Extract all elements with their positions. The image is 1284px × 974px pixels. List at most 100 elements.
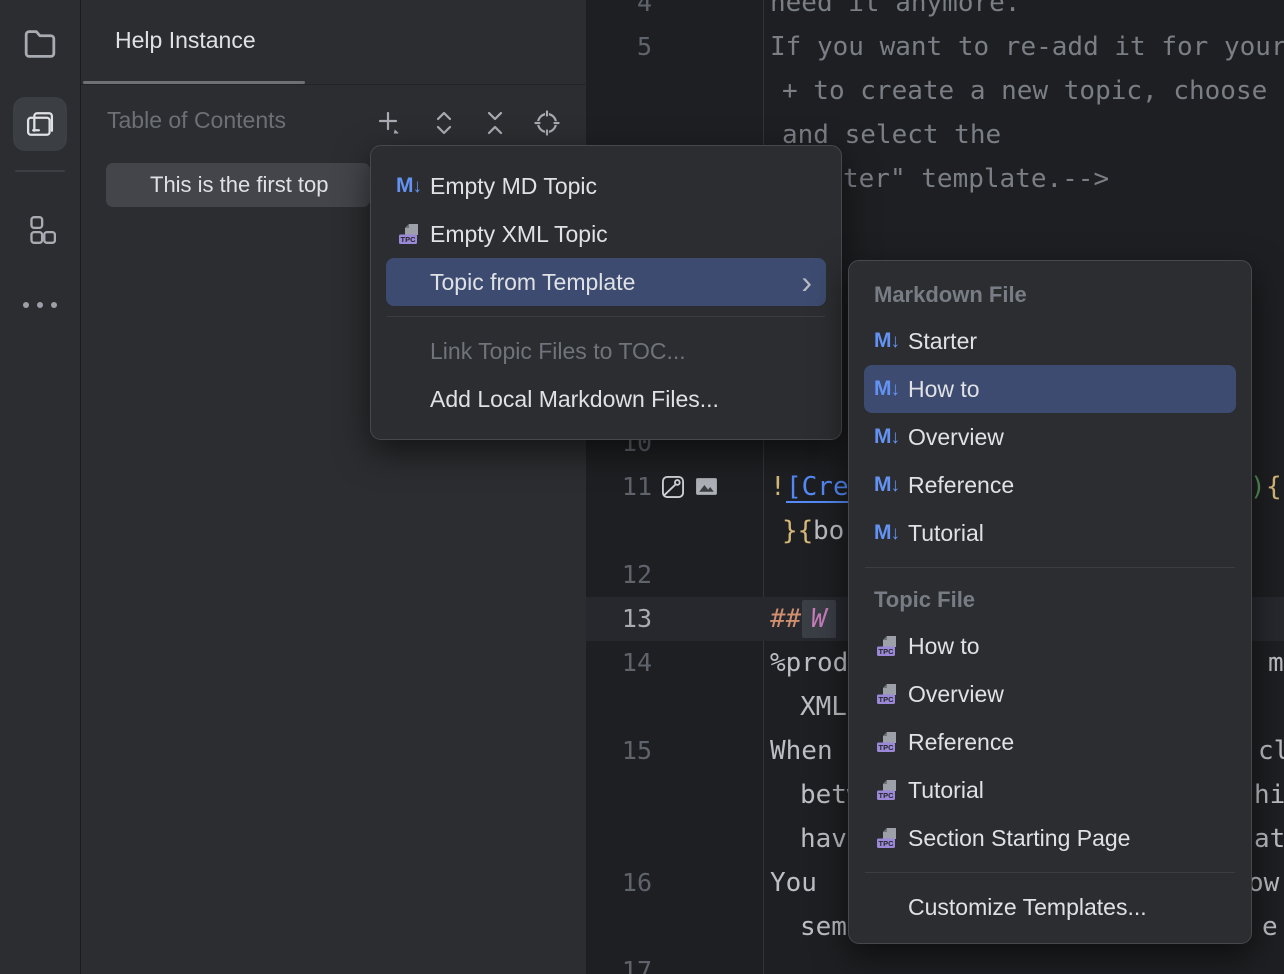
menu-item-reference[interactable]: M↓Reference (864, 461, 1236, 509)
svg-text:TPC: TPC (879, 791, 895, 800)
menu-item-empty-md-topic[interactable]: M↓Empty MD Topic (386, 162, 826, 210)
code-segment: m (1268, 641, 1284, 685)
line-number: 17 (586, 949, 652, 974)
ide-window: Help Instance Table of Contents (0, 0, 1284, 974)
locate-target-icon (532, 108, 562, 138)
collapse-all-icon (481, 108, 509, 138)
code-segment: { (1266, 465, 1282, 509)
topic-file-icon: TPC (396, 221, 430, 247)
activity-bar-divider (15, 170, 65, 172)
menu-item-label: Reference (908, 472, 1014, 499)
project-tool-button[interactable] (13, 17, 67, 71)
menu-item-add-local-markdown-files[interactable]: Add Local Markdown Files... (386, 375, 826, 423)
svg-text:TPC: TPC (879, 743, 895, 752)
toc-item-selected[interactable]: This is the first top (106, 163, 370, 207)
markdown-file-icon: M↓ (874, 377, 908, 401)
code-segment: ) (1250, 465, 1266, 509)
line-number: 16 (586, 861, 652, 905)
context-menu: M↓Empty MD Topic TPC Empty XML Topic Topic … (370, 145, 842, 440)
menu-item-overview[interactable]: TPCOverview (864, 670, 1236, 718)
structure-tool-button[interactable] (13, 203, 67, 257)
code-segment: When (770, 729, 833, 773)
menu-item-label: Tutorial (908, 520, 984, 547)
code-segment: %prod (770, 641, 848, 685)
menu-item-label: Section Starting Page (908, 825, 1130, 852)
editor-line: 5 If you want to re-add it for your (586, 25, 1284, 69)
code-segment: bo (813, 509, 844, 553)
active-tab-underline (83, 81, 305, 84)
code-segment: ow (1248, 861, 1279, 905)
topic-file-icon: TPC (874, 729, 908, 755)
plus-dropdown-icon (375, 108, 405, 138)
menu-section-header-topic-file: Topic File (864, 578, 1236, 622)
menu-item-starter[interactable]: M↓Starter (864, 317, 1236, 365)
menu-item-label: Empty MD Topic (430, 173, 597, 200)
menu-item-reference[interactable]: TPCReference (864, 718, 1236, 766)
menu-item-label: Empty XML Topic (430, 221, 608, 248)
tab-help-instance[interactable]: Help Instance (115, 0, 256, 81)
topic-file-icon: TPC (874, 681, 908, 707)
code-segment: [Cre (786, 465, 849, 509)
image-thumbnail-icon[interactable] (694, 474, 719, 499)
menu-item-tutorial[interactable]: M↓Tutorial (864, 509, 1236, 557)
template-submenu: Markdown FileM↓StarterM↓How toM↓Overview… (848, 260, 1252, 944)
menu-item-link-topic-files-to-toc: Link Topic Files to TOC... (386, 327, 826, 375)
more-tools-button[interactable] (13, 278, 67, 332)
line-number: 11 (586, 465, 652, 509)
folder-icon (22, 28, 58, 60)
activity-bar (0, 0, 81, 974)
menu-item-label: Overview (908, 424, 1004, 451)
topic-file-icon: TPC (874, 633, 908, 659)
line-number: 4 (586, 0, 652, 25)
menu-item-topic-from-template[interactable]: Topic from Template› (386, 258, 826, 306)
add-topic-button[interactable] (375, 108, 405, 138)
code-segment: ## (770, 597, 801, 641)
markdown-file-icon: M↓ (874, 425, 908, 449)
collapse-all-button[interactable] (480, 108, 510, 138)
svg-text:TPC: TPC (401, 235, 417, 244)
menu-item-label: How to (908, 633, 980, 660)
tool-window-tabbar: Help Instance (81, 0, 586, 85)
editor-tabs-icon (23, 107, 57, 141)
menu-item-empty-xml-topic[interactable]: TPC Empty XML Topic (386, 210, 826, 258)
line-number: 14 (586, 641, 652, 685)
menu-item-section-starting-page[interactable]: TPCSection Starting Page (864, 814, 1236, 862)
menu-item-tutorial[interactable]: TPC Tutorial (864, 766, 1236, 814)
line-number: 5 (586, 25, 652, 69)
code-segment: ter" template.--> (843, 157, 1109, 201)
line-number: 15 (586, 729, 652, 773)
menu-item-overview[interactable]: M↓Overview (864, 413, 1236, 461)
menu-item-label: Topic from Template (430, 269, 635, 296)
code-segment: his (1254, 773, 1284, 817)
structure-icon (24, 214, 56, 246)
menu-item-label: Overview (908, 681, 1004, 708)
menu-separator (387, 316, 825, 317)
code-segment: sem (800, 905, 847, 949)
more-icon (20, 299, 60, 311)
menu-item-label: How to (908, 376, 980, 403)
menu-item-how-to[interactable]: TPC How to (864, 622, 1236, 670)
editor-line: 17 (586, 949, 1284, 974)
markdown-file-icon: M↓ (396, 174, 430, 198)
code-segment: If you want to re-add it for your (770, 25, 1284, 69)
toc-item-label: This is the first top (150, 163, 329, 207)
writerside-tool-button[interactable] (13, 97, 67, 151)
code-segment: need it anymore. (770, 0, 1020, 25)
menu-item-label: Tutorial (908, 777, 984, 804)
editor-line: + to create a new topic, choose t (586, 69, 1284, 113)
code-segment: You (770, 861, 817, 905)
line-number: 12 (586, 553, 652, 597)
line-number: 13 (586, 597, 652, 641)
svg-text:TPC: TPC (879, 647, 895, 656)
topic-file-icon: TPC (874, 777, 908, 803)
menu-item-label: Starter (908, 328, 977, 355)
markdown-file-icon: M↓ (874, 473, 908, 497)
menu-item-customize-templates[interactable]: Customize Templates... (864, 883, 1236, 931)
locate-button[interactable] (532, 108, 562, 138)
expand-all-button[interactable] (429, 108, 459, 138)
menu-item-how-to[interactable]: M↓How to (864, 365, 1236, 413)
image-preview-icon[interactable] (660, 474, 686, 500)
menu-item-label: Customize Templates... (908, 894, 1147, 921)
menu-item-label: Add Local Markdown Files... (430, 386, 719, 413)
code-segment: ! (770, 465, 786, 509)
